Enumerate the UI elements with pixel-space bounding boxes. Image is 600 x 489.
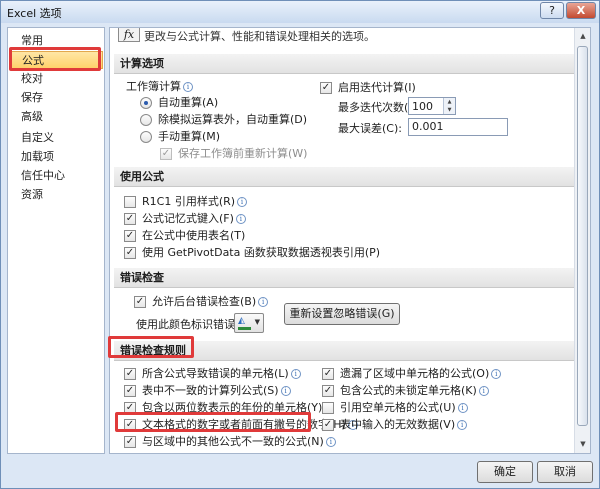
rule-unlocked-cells-checkbox[interactable]: ✓ — [322, 385, 334, 397]
table-names-label: 在公式中使用表名(T) — [142, 229, 246, 242]
getpivotdata-checkbox[interactable]: ✓ — [124, 247, 136, 259]
paint-bucket-icon: ◭ — [238, 316, 245, 326]
section-error-checking-header: 错误检查 — [114, 268, 574, 288]
content-scrollbar[interactable]: ▲ ▼ — [574, 28, 590, 453]
excel-options-dialog: Excel 选项 ? X 常用 公式 校对 保存 高级 自定义 加载项 信任中心… — [0, 0, 600, 489]
rule-unlocked-cells-label: 包含公式的未锁定单元格(K) i — [340, 384, 489, 398]
ok-button[interactable]: 确定 — [477, 461, 533, 483]
cancel-button[interactable]: 取消 — [537, 461, 593, 483]
sidebar-item-trust-center[interactable]: 信任中心 — [11, 167, 103, 185]
sidebar-item-advanced[interactable]: 高级 — [11, 108, 103, 126]
max-iterations-value: 100 — [412, 100, 433, 113]
rule-inconsistent-column-checkbox[interactable]: ✓ — [124, 385, 136, 397]
rule-text-numbers-checkbox[interactable]: ✓ — [124, 419, 136, 431]
info-icon: i — [280, 386, 291, 396]
max-change-label: 最大误差(C): — [338, 122, 402, 135]
sidebar-item-proofing[interactable]: 校对 — [11, 70, 103, 88]
title-bar: Excel 选项 ? X — [1, 1, 599, 23]
background-error-checking-label: 允许后台错误检查(B) i — [152, 295, 269, 309]
rule-omitted-cells-checkbox[interactable]: ✓ — [322, 368, 334, 380]
table-names-checkbox[interactable]: ✓ — [124, 230, 136, 242]
rule-invalid-table-data-label: 表中输入的无效数据(V) i — [340, 418, 468, 432]
recalc-before-save-checkbox[interactable]: ✓ — [160, 148, 172, 160]
sidebar-item-addins[interactable]: 加载项 — [11, 148, 103, 166]
rule-two-digit-year-checkbox[interactable]: ✓ — [124, 402, 136, 414]
rule-empty-cells-label: 引用空单元格的公式(U) i — [340, 401, 468, 415]
manual-calc-radio[interactable] — [140, 131, 152, 143]
r1c1-label: R1C1 引用样式(R) i — [142, 195, 248, 209]
chevron-down-icon: ▼ — [254, 318, 260, 326]
max-iterations-spinner[interactable]: 100 ▲ ▼ — [408, 97, 456, 115]
sidebar-item-resources[interactable]: 资源 — [11, 186, 103, 204]
options-content-panel: fx 更改与公式计算、性能和错误处理相关的选项。 计算选项 工作簿计算 i 自动重… — [109, 27, 591, 454]
iterative-calc-label: 启用迭代计算(I) — [338, 81, 416, 94]
info-icon: i — [235, 214, 246, 224]
auto-calc-radio[interactable] — [140, 97, 152, 109]
scroll-thumb[interactable] — [577, 46, 588, 426]
intro-text: 更改与公式计算、性能和错误处理相关的选项。 — [144, 30, 375, 43]
spinner-arrows-icon[interactable]: ▲ ▼ — [443, 98, 455, 114]
rule-error-formulas-label: 所含公式导致错误的单元格(L) i — [142, 367, 301, 381]
color-swatch — [238, 327, 251, 330]
dialog-title: Excel 选项 — [7, 7, 62, 20]
sidebar: 常用 公式 校对 保存 高级 自定义 加载项 信任中心 资源 — [7, 27, 105, 454]
background-error-checking-checkbox[interactable]: ✓ — [134, 296, 146, 308]
manual-calc-label: 手动重算(M) — [158, 130, 221, 143]
sidebar-item-save[interactable]: 保存 — [11, 89, 103, 107]
formula-autocomplete-label: 公式记忆式键入(F) i — [142, 212, 246, 226]
info-icon: i — [457, 420, 468, 430]
function-fx-icon: fx — [118, 28, 140, 42]
recalc-before-save-label: 保存工作簿前重新计算(W) — [178, 147, 308, 160]
info-icon: i — [478, 386, 489, 396]
error-color-picker[interactable]: ◭ ▼ — [234, 313, 264, 333]
rule-omitted-cells-label: 遗漏了区域中单元格的公式(O) i — [340, 367, 502, 381]
iterative-calc-checkbox[interactable]: ✓ — [320, 82, 332, 94]
section-formulas-header: 使用公式 — [114, 167, 574, 187]
info-icon: i — [325, 437, 336, 447]
rule-two-digit-year-label: 包含以两位数表示的年份的单元格(Y)i — [142, 401, 335, 415]
rule-invalid-table-data-checkbox[interactable]: ✓ — [322, 419, 334, 431]
rule-error-formulas-checkbox[interactable]: ✓ — [124, 368, 136, 380]
max-change-input[interactable]: 0.001 — [408, 118, 508, 136]
r1c1-checkbox[interactable] — [124, 196, 136, 208]
auto-except-tables-label: 除模拟运算表外，自动重算(D) — [158, 113, 308, 126]
info-icon: i — [457, 403, 468, 413]
sidebar-item-common[interactable]: 常用 — [11, 32, 103, 50]
radio-selected-dot — [144, 101, 148, 105]
rule-inconsistent-column-label: 表中不一致的计算列公式(S) i — [142, 384, 291, 398]
reset-ignored-errors-button[interactable]: 重新设置忽略错误(G) — [284, 303, 400, 325]
workbook-calculation-label: 工作簿计算 i — [126, 80, 193, 94]
section-error-rules-header: 错误检查规则 — [114, 341, 574, 361]
info-icon: i — [258, 297, 269, 307]
rule-inconsistent-formula-label: 与区域中的其他公式不一致的公式(N) i — [142, 435, 336, 449]
auto-except-tables-radio[interactable] — [140, 114, 152, 126]
auto-calc-label: 自动重算(A) — [158, 96, 219, 109]
scroll-up-icon[interactable]: ▲ — [576, 29, 590, 44]
sidebar-item-formulas[interactable]: 公式 — [11, 51, 103, 69]
sidebar-item-customize[interactable]: 自定义 — [11, 129, 103, 147]
scroll-down-icon[interactable]: ▼ — [576, 437, 590, 452]
rule-empty-cells-checkbox[interactable] — [322, 402, 334, 414]
help-button[interactable]: ? — [540, 2, 564, 19]
close-button[interactable]: X — [566, 2, 596, 19]
info-icon: i — [290, 369, 301, 379]
formula-autocomplete-checkbox[interactable]: ✓ — [124, 213, 136, 225]
info-icon: i — [491, 369, 502, 379]
section-calculation-header: 计算选项 — [114, 54, 574, 74]
rule-inconsistent-formula-checkbox[interactable]: ✓ — [124, 436, 136, 448]
getpivotdata-label: 使用 GetPivotData 函数获取数据透视表引用(P) — [142, 246, 381, 259]
info-icon: i — [183, 82, 193, 92]
info-icon: i — [237, 197, 248, 207]
